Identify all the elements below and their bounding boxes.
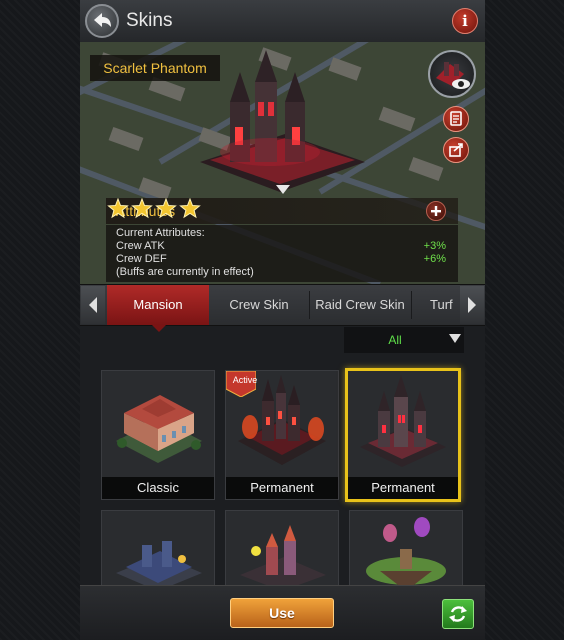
refresh-button[interactable] xyxy=(442,599,474,629)
back-arrow-icon xyxy=(94,13,111,27)
filter-selected: All xyxy=(388,333,402,347)
attribute-name: Crew ATK xyxy=(116,240,165,252)
back-button[interactable] xyxy=(85,4,119,38)
add-attribute-button[interactable] xyxy=(426,201,446,221)
scarlet-phantom-image xyxy=(360,375,446,467)
preview-skin-button[interactable] xyxy=(428,50,476,98)
attributes-header: Attributes xyxy=(106,198,458,224)
collapse-button[interactable] xyxy=(268,182,298,196)
attribute-value: +3% xyxy=(423,240,446,252)
active-badge-label: Active xyxy=(232,375,258,385)
floating-island-image xyxy=(366,517,446,585)
star-icon xyxy=(179,198,201,219)
details-button[interactable] xyxy=(443,106,469,132)
attributes-body: Current Attributes: Crew ATK +3% Crew DE… xyxy=(106,225,458,282)
eye-icon xyxy=(436,62,470,89)
refresh-icon xyxy=(449,606,467,622)
skins-panel: Skins i Scarlet Phantom Current Attribut… xyxy=(80,0,485,640)
mansion-preview: Scarlet Phantom Current Attributes: Crew… xyxy=(80,42,485,284)
dropdown-arrow-icon xyxy=(449,334,461,343)
info-button[interactable]: i xyxy=(452,8,478,34)
share-button[interactable] xyxy=(443,137,469,163)
filter-dropdown[interactable]: All xyxy=(344,327,464,353)
footer-bar: Use xyxy=(80,585,485,640)
skin-card[interactable] xyxy=(101,510,215,585)
tab-raid-crew-skin[interactable]: Raid Crew Skin xyxy=(310,285,410,325)
plus-icon xyxy=(431,206,441,216)
blue-mansion-image xyxy=(116,541,202,585)
header-bar: Skins i xyxy=(80,0,485,43)
tab-turf[interactable]: Turf xyxy=(412,285,460,325)
document-icon xyxy=(450,111,462,126)
share-icon xyxy=(449,143,463,157)
star-icon xyxy=(131,198,153,219)
carnival-mansion-image xyxy=(240,525,326,585)
info-icon: i xyxy=(462,12,468,30)
star-icon xyxy=(107,198,129,219)
tabs-next-button[interactable] xyxy=(460,286,484,324)
skin-card-label: Permanent xyxy=(226,477,338,499)
chevron-right-icon xyxy=(468,297,476,313)
skin-name-label: Scarlet Phantom xyxy=(90,55,220,81)
chevron-down-icon xyxy=(276,185,290,194)
skin-card-label: Classic xyxy=(102,477,214,499)
active-tab-pointer xyxy=(151,324,167,332)
skin-card-classic[interactable]: Classic xyxy=(101,370,215,500)
current-attributes-label: Current Attributes: xyxy=(116,227,205,239)
skin-grid: Classic Active Permanent Permanent xyxy=(80,360,485,585)
skin-card-label: Permanent xyxy=(348,477,458,499)
tabs-prev-button[interactable] xyxy=(81,286,105,324)
buff-note: (Buffs are currently in effect) xyxy=(116,266,254,278)
skin-card[interactable] xyxy=(225,510,339,585)
skin-card-permanent-selected[interactable]: Permanent xyxy=(345,368,461,502)
skin-card[interactable] xyxy=(349,510,463,585)
chevron-left-icon xyxy=(89,297,97,313)
tab-crew-skin[interactable]: Crew Skin xyxy=(210,285,308,325)
classic-mansion-image xyxy=(116,395,202,463)
star-icon xyxy=(155,198,177,219)
use-button[interactable]: Use xyxy=(230,598,334,628)
attributes-panel: Attributes Current Attributes: Crew ATK … xyxy=(106,198,458,282)
category-tabs: Mansion Crew Skin Raid Crew Skin Turf xyxy=(80,284,485,326)
tab-mansion[interactable]: Mansion xyxy=(107,285,209,325)
attribute-value: +6% xyxy=(423,253,446,265)
page-title: Skins xyxy=(126,10,173,31)
star-rating xyxy=(107,198,201,219)
attribute-name: Crew DEF xyxy=(116,253,167,265)
skin-card-permanent-active[interactable]: Active Permanent xyxy=(225,370,339,500)
